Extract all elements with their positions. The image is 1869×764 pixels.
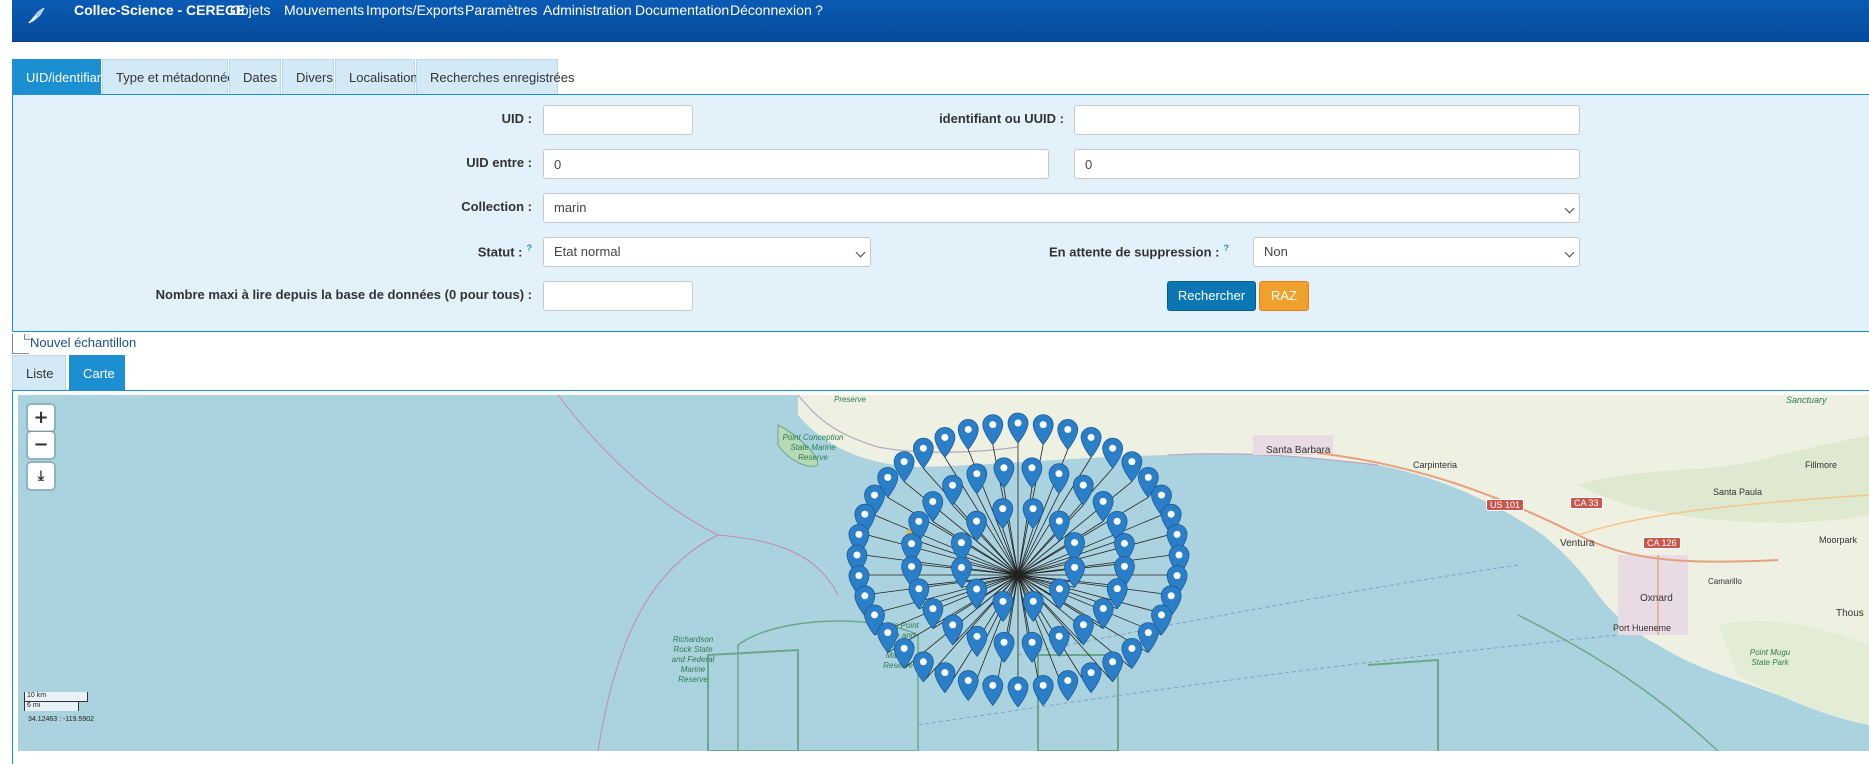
tab-carte[interactable]: Carte — [69, 355, 125, 391]
collection-value: marin — [554, 200, 587, 215]
reset-button[interactable]: RAZ — [1259, 281, 1309, 311]
nav-deconnexion[interactable]: Déconnexion — [730, 2, 812, 18]
chevron-down-icon — [855, 247, 866, 258]
pending-delete-value: Non — [1264, 244, 1288, 259]
tab-uid-identifiant[interactable]: UID/identifiant — [12, 59, 108, 95]
map-marker-icon[interactable] — [1057, 670, 1079, 702]
tab-recherches-enregistrees[interactable]: Recherches enregistrées — [416, 59, 575, 95]
map-marker-icon[interactable] — [1073, 614, 1094, 646]
map-marker-icon[interactable] — [1049, 578, 1070, 610]
spider-leg — [976, 540, 1019, 576]
spider-leg — [864, 533, 1019, 576]
nav-objets[interactable]: Objets — [230, 2, 270, 18]
collection-select[interactable]: marin — [543, 193, 1580, 223]
uid-max-input[interactable] — [1074, 149, 1580, 179]
pending-delete-select[interactable]: Non — [1253, 237, 1580, 267]
spider-leg — [1017, 533, 1172, 576]
map-marker-icon[interactable] — [1057, 419, 1079, 451]
tab-localisation[interactable]: Localisation — [335, 59, 418, 95]
identifier-label: identifiant ou UUID : — [939, 111, 1064, 126]
map-marker-icon[interactable] — [1032, 414, 1054, 446]
max-read-label: Nombre maxi à lire depuis la base de don… — [155, 287, 532, 302]
nav-administration[interactable]: Administration — [543, 2, 632, 18]
pending-delete-label: En attente de suppression :? — [1049, 243, 1230, 260]
map-marker-icon[interactable] — [1007, 676, 1029, 708]
uid-input[interactable] — [543, 105, 693, 135]
identifier-input[interactable] — [1074, 105, 1580, 135]
status-value: Etat normal — [554, 244, 621, 259]
map-marker-icon[interactable] — [942, 474, 963, 506]
map-marker-icon[interactable] — [1021, 631, 1043, 663]
uid-label: UID : — [501, 111, 532, 126]
map-marker-icon[interactable] — [1080, 426, 1102, 459]
map-marker-icon[interactable] — [1102, 437, 1124, 469]
help-icon[interactable]: ? — [527, 243, 533, 253]
map-marker-icon[interactable] — [993, 631, 1015, 663]
app-brand[interactable]: Collec-Science - CEREGE — [74, 2, 245, 18]
map-marker-icon[interactable] — [1072, 474, 1094, 506]
map-marker-icon[interactable] — [957, 419, 979, 451]
tab-divers[interactable]: Divers — [282, 59, 334, 95]
map-marker-icon[interactable] — [993, 457, 1015, 489]
collection-label: Collection : — [461, 199, 532, 214]
uid-min-input[interactable] — [543, 149, 1049, 179]
map-marker-icon[interactable] — [912, 437, 934, 469]
download-icon[interactable]: ⤓ — [28, 463, 54, 489]
chevron-down-icon — [1564, 203, 1575, 214]
nav-mouvements[interactable]: Mouvements — [284, 2, 364, 18]
uid-between-label: UID entre : — [466, 155, 532, 170]
map-marker-icon[interactable] — [957, 670, 979, 702]
zoom-in-button[interactable]: + — [28, 405, 54, 431]
search-button[interactable]: Rechercher — [1167, 281, 1256, 311]
nav-parametres[interactable]: Paramètres — [465, 2, 537, 18]
map-marker-icon[interactable] — [982, 674, 1004, 706]
scale-mi: 6 mi — [24, 701, 79, 711]
chevron-down-icon — [1564, 247, 1575, 258]
quill-icon[interactable] — [26, 4, 52, 26]
map-marker-icon[interactable] — [893, 637, 915, 669]
map-marker-icon[interactable] — [1032, 674, 1054, 706]
zoom-out-button[interactable]: − — [28, 432, 54, 458]
map-marker-icon[interactable] — [934, 662, 956, 694]
map-marker-icon[interactable] — [982, 414, 1004, 446]
new-document-icon — [12, 334, 30, 354]
map-marker-icon[interactable] — [934, 426, 956, 459]
map-marker-icon[interactable] — [1121, 637, 1143, 669]
map-marker-icon[interactable] — [1021, 457, 1043, 489]
search-panel: UID : identifiant ou UUID : UID entre : … — [12, 94, 1869, 332]
nav-imports-exports[interactable]: Imports/Exports — [366, 2, 464, 18]
mouse-position: 34.12463 : -119.5902 — [28, 716, 95, 723]
help-icon[interactable]: ? — [1224, 243, 1230, 253]
top-navbar: Collec-Science - CEREGE Objets Mouvement… — [12, 0, 1869, 42]
tab-type-metadonnees[interactable]: Type et métadonnées — [102, 59, 241, 95]
tab-dates[interactable]: Dates — [229, 59, 281, 95]
nav-documentation[interactable]: Documentation — [635, 2, 729, 18]
map-marker-icon[interactable] — [966, 578, 988, 610]
map-marker-icon[interactable] — [1102, 651, 1124, 683]
max-read-input[interactable] — [543, 281, 693, 311]
map-view[interactable]: Santa Barbara Carpinteria Ventura Oxnard… — [18, 395, 1869, 751]
map-marker-icon[interactable] — [1007, 412, 1029, 444]
nav-help[interactable]: ? — [815, 2, 823, 18]
map-marker-icon[interactable] — [1080, 662, 1102, 694]
tab-liste[interactable]: Liste — [12, 355, 66, 391]
marker-cluster[interactable] — [18, 395, 1869, 751]
status-label: Statut :? — [477, 243, 533, 260]
status-select[interactable]: Etat normal — [543, 237, 871, 267]
map-marker-icon[interactable] — [912, 651, 934, 683]
